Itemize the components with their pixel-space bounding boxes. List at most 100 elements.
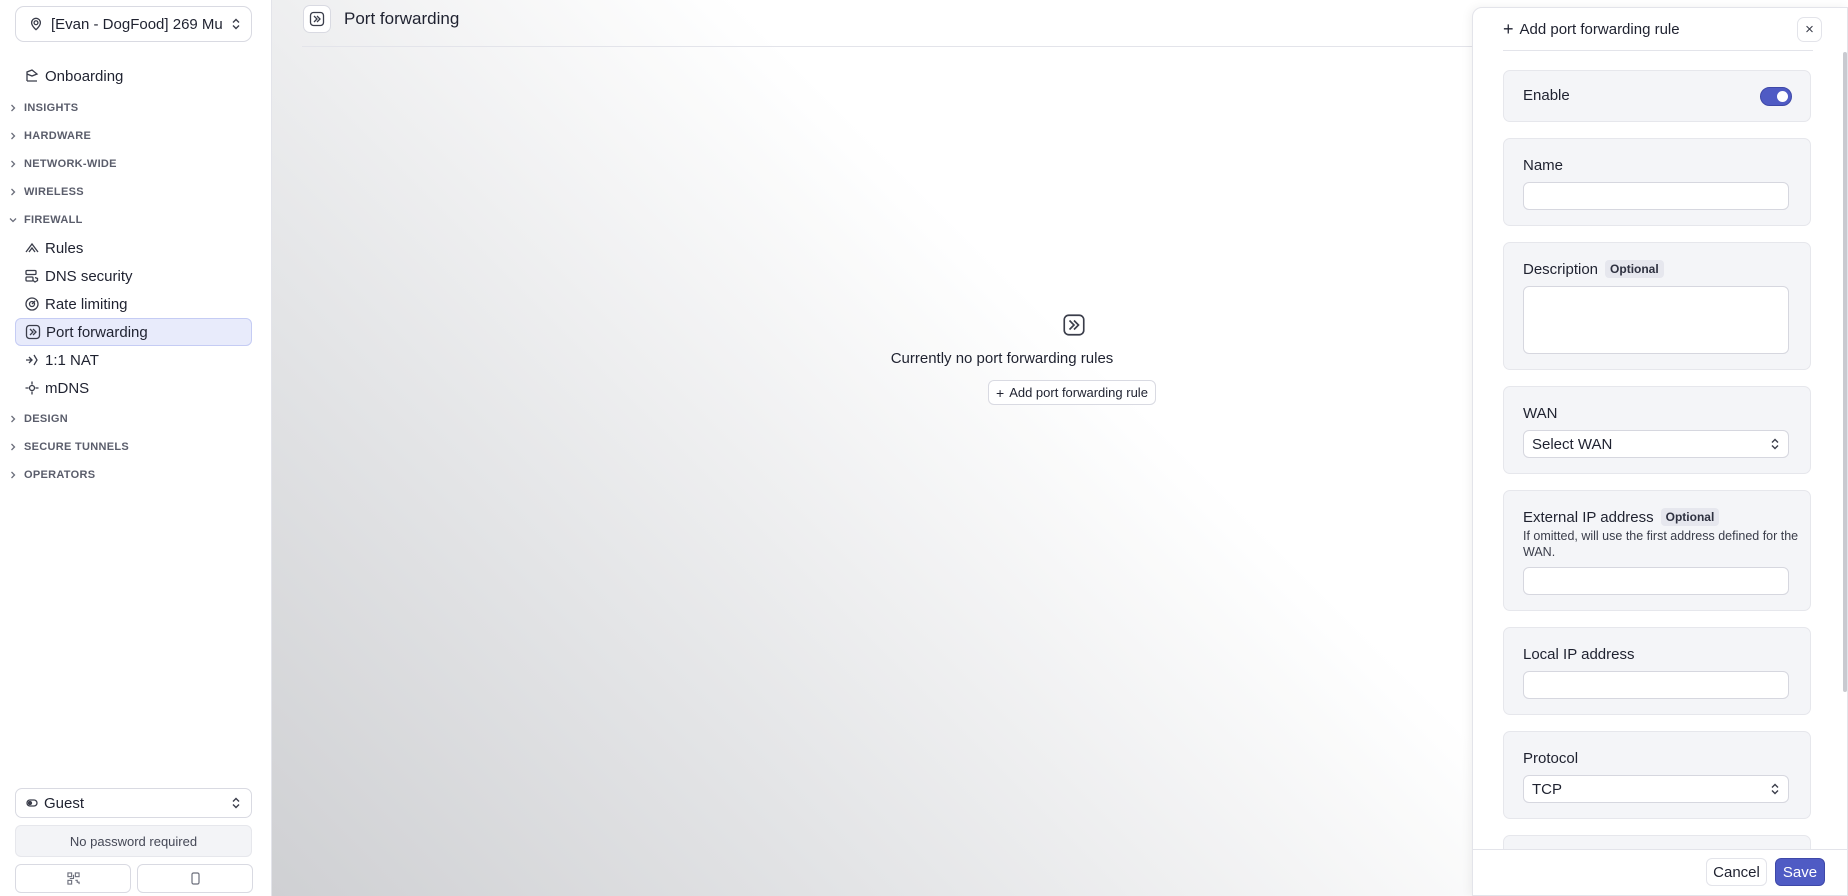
protocol-label: Protocol (1523, 750, 1579, 767)
nav-mdns-label: mDNS (45, 379, 90, 397)
drawer-footer: Cancel Save (1473, 849, 1847, 895)
nav-rate-limiting-label: Rate limiting (45, 295, 128, 313)
chevron-right-icon (8, 414, 18, 424)
nav-mdns[interactable]: mDNS (15, 374, 252, 402)
section-wireless[interactable]: WIRELESS (8, 182, 84, 202)
port-forwarding-icon (25, 324, 41, 340)
enable-toggle[interactable] (1760, 87, 1792, 106)
external-ip-hint: If omitted, will use the first address d… (1523, 529, 1799, 559)
drawer-header: + Add port forwarding rule (1503, 8, 1813, 51)
onboarding-icon (24, 68, 40, 84)
chevron-right-icon (8, 131, 18, 141)
optional-badge: Optional (1660, 508, 1720, 526)
section-operators-label: OPERATORS (24, 469, 96, 481)
drawer-scrollbar[interactable] (1843, 52, 1847, 692)
nav-port-forwarding[interactable]: Port forwarding (15, 318, 252, 346)
close-icon: × (1805, 21, 1814, 38)
phone-icon (190, 872, 200, 885)
section-insights-label: INSIGHTS (24, 102, 79, 114)
add-rule-drawer: + Add port forwarding rule × Enable Name… (1472, 7, 1848, 896)
wan-select-value: Select WAN (1532, 435, 1613, 453)
nav-dns-security[interactable]: DNS security (15, 262, 252, 290)
drawer-title: Add port forwarding rule (1519, 20, 1680, 38)
local-ip-label: Local IP address (1523, 646, 1635, 663)
section-network-wide-label: NETWORK-WIDE (24, 158, 117, 170)
section-design[interactable]: DESIGN (8, 409, 68, 429)
chevron-right-icon (8, 442, 18, 452)
description-label: Description (1523, 260, 1599, 278)
section-hardware-label: HARDWARE (24, 130, 92, 142)
org-selector[interactable]: [Evan - DogFood] 269 Mu (15, 6, 252, 42)
port-forwarding-icon (303, 5, 331, 33)
rules-icon (24, 240, 40, 256)
description-textarea[interactable] (1523, 286, 1789, 354)
wifi-toggle-icon (26, 798, 38, 808)
wan-label: WAN (1523, 405, 1558, 422)
chevron-right-icon (8, 470, 18, 480)
name-label: Name (1523, 157, 1564, 174)
section-secure-tunnels[interactable]: SECURE TUNNELS (8, 437, 129, 457)
wan-select[interactable]: Select WAN (1523, 430, 1789, 458)
external-ip-input[interactable] (1523, 567, 1789, 595)
nav-1-1-nat-label: 1:1 NAT (45, 351, 99, 369)
section-design-label: DESIGN (24, 413, 68, 425)
nav-dns-security-label: DNS security (45, 267, 133, 285)
chevron-right-icon (8, 187, 18, 197)
section-secure-tunnels-label: SECURE TUNNELS (24, 441, 130, 453)
nav-onboarding[interactable]: Onboarding (15, 62, 252, 90)
ssid-selector[interactable]: Guest (15, 788, 252, 818)
external-ip-card: External IP address Optional If omitted,… (1503, 490, 1811, 611)
chevron-up-down-icon (231, 18, 241, 30)
add-port-forwarding-rule-button[interactable]: + Add port forwarding rule (988, 380, 1156, 405)
toggle-knob (1777, 91, 1788, 102)
close-button[interactable]: × (1797, 17, 1822, 42)
plus-icon: + (996, 384, 1005, 401)
nav-onboarding-label: Onboarding (45, 67, 124, 85)
org-selector-label: [Evan - DogFood] 269 Mu (51, 15, 223, 33)
name-card: Name (1503, 138, 1811, 226)
password-status: No password required (15, 825, 252, 857)
mobile-device-button[interactable] (137, 864, 253, 893)
external-ip-label-row: External IP address Optional (1523, 508, 1720, 526)
qr-code-button[interactable] (15, 864, 131, 893)
nat-icon (24, 352, 40, 368)
name-input[interactable] (1523, 182, 1789, 210)
qr-code-icon (66, 872, 80, 885)
location-pin-icon (29, 17, 43, 31)
chevron-up-down-icon (1770, 438, 1780, 450)
section-wireless-label: WIRELESS (24, 186, 84, 198)
chevron-up-down-icon (1770, 783, 1780, 795)
optional-badge: Optional (1605, 260, 1664, 278)
dns-shield-icon (24, 268, 40, 284)
save-button[interactable]: Save (1775, 858, 1825, 886)
protocol-select-value: TCP (1532, 780, 1562, 798)
section-network-wide[interactable]: NETWORK-WIDE (8, 154, 117, 174)
chevron-right-icon (8, 103, 18, 113)
description-card: Description Optional (1503, 242, 1811, 370)
enable-label: Enable (1523, 87, 1570, 104)
page-title: Port forwarding (344, 9, 460, 28)
chevron-up-down-icon (231, 797, 241, 809)
nav-rules-label: Rules (45, 239, 84, 257)
mdns-icon (24, 380, 40, 396)
local-ip-input[interactable] (1523, 671, 1789, 699)
add-port-forwarding-rule-label: Add port forwarding rule (1009, 385, 1148, 400)
enable-card: Enable (1503, 70, 1811, 122)
cancel-button[interactable]: Cancel (1706, 858, 1767, 886)
section-hardware[interactable]: HARDWARE (8, 126, 91, 146)
chevron-down-icon (8, 215, 18, 225)
plus-icon: + (1503, 19, 1514, 39)
description-label-row: Description Optional (1523, 260, 1664, 278)
nav-rules[interactable]: Rules (15, 234, 252, 262)
section-firewall[interactable]: FIREWALL (8, 210, 83, 230)
external-ip-label: External IP address (1523, 508, 1654, 526)
section-operators[interactable]: OPERATORS (8, 465, 95, 485)
protocol-card: Protocol TCP (1503, 731, 1811, 819)
gauge-icon (24, 296, 40, 312)
nav-rate-limiting[interactable]: Rate limiting (15, 290, 252, 318)
section-firewall-label: FIREWALL (24, 214, 83, 226)
protocol-select[interactable]: TCP (1523, 775, 1789, 803)
port-forwarding-icon (1062, 313, 1086, 337)
section-insights[interactable]: INSIGHTS (8, 98, 78, 118)
local-ip-card: Local IP address (1503, 627, 1811, 715)
